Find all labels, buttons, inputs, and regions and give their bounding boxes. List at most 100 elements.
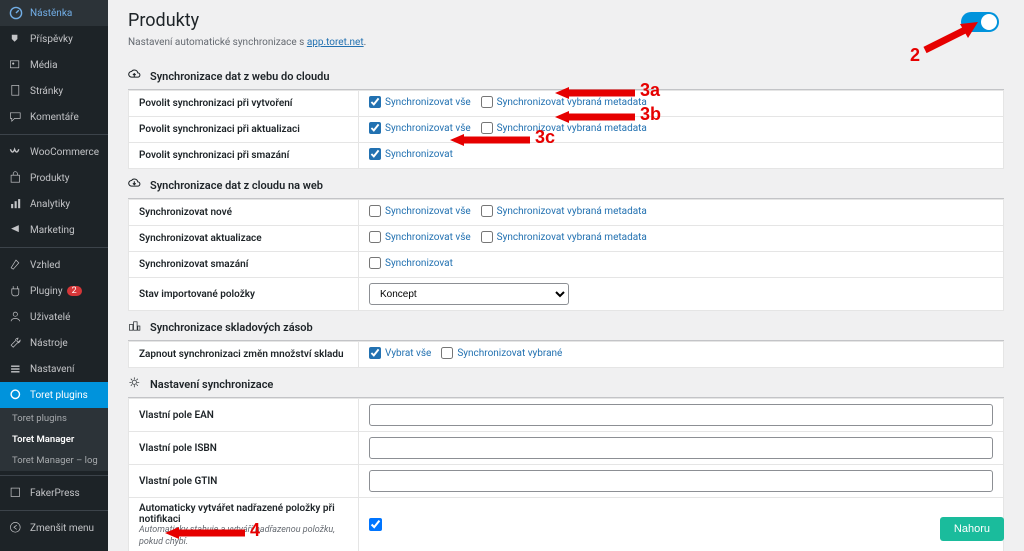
sidebar-item-label: Analytiky [30, 199, 70, 210]
checkbox-select-all[interactable]: Vybrat vše [369, 347, 431, 359]
row-label: Povolit synchronizaci při aktualizaci [129, 117, 359, 143]
sidebar-item-woocommerce[interactable]: WooCommerce [0, 139, 108, 165]
sidebar-item-fakerpress[interactable]: FakerPress [0, 480, 108, 506]
annotation-label-3a: 3a [640, 80, 660, 101]
toret-icon [8, 387, 24, 403]
faker-icon [8, 485, 24, 501]
sidebar-item-comments[interactable]: Komentáře [0, 104, 108, 130]
ean-input[interactable] [369, 404, 993, 426]
sidebar-item-collapse[interactable]: Zmenšit menu [0, 515, 108, 541]
checkbox-sync-meta[interactable]: Synchronizovat vybraná metadata [481, 205, 647, 217]
section-header-web-to-cloud: Synchronizace dat z webu do cloudu [128, 60, 1004, 90]
section-header-cloud-to-web: Synchronizace dat z cloudu na web [128, 169, 1004, 199]
tools-icon [8, 335, 24, 351]
row-label: Zapnout synchronizaci změn množství skla… [129, 342, 359, 368]
master-toggle[interactable] [961, 12, 999, 32]
page-icon [8, 83, 24, 99]
settings-table-web-to-cloud: Povolit synchronizaci při vytvoření Synch… [128, 90, 1004, 169]
submenu-item-toret-manager[interactable]: Toret Manager [0, 429, 108, 450]
user-icon [8, 309, 24, 325]
checkbox-sync-all[interactable]: Synchronizovat vše [369, 96, 471, 108]
section-header-sync-settings: Nastavení synchronizace [128, 368, 1004, 398]
checkbox-sync-meta[interactable]: Synchronizovat vybraná metadata [481, 231, 647, 243]
main-content: Produkty Nastavení automatické synchroni… [108, 0, 1024, 551]
appearance-icon [8, 257, 24, 273]
section-header-stock: Synchronizace skladových zásob [128, 311, 1004, 341]
row-label: Synchronizovat aktualizace [129, 226, 359, 252]
row-label: Povolit synchronizaci při smazání [129, 143, 359, 169]
sidebar-item-label: Marketing [30, 225, 75, 236]
scroll-top-button[interactable]: Nahoru [940, 517, 1004, 541]
sidebar-item-tools[interactable]: Nástroje [0, 330, 108, 356]
sidebar-item-appearance[interactable]: Vzhled [0, 252, 108, 278]
analytics-icon [8, 196, 24, 212]
sidebar-item-label: Uživatelé [30, 312, 70, 323]
row-label: Povolit synchronizaci při vytvoření [129, 91, 359, 117]
settings-icon [8, 361, 24, 377]
checkbox-sync-all[interactable]: Synchronizovat vše [369, 231, 471, 243]
row-label: Stav importované položky [129, 278, 359, 311]
checkbox-sync-meta[interactable]: Synchronizovat vybraná metadata [481, 122, 647, 134]
comment-icon [8, 109, 24, 125]
collapse-icon [8, 520, 24, 536]
sidebar-item-posts[interactable]: Příspěvky [0, 26, 108, 52]
row-label: Vlastní pole EAN [129, 399, 359, 432]
isbn-input[interactable] [369, 437, 993, 459]
sidebar-item-label: Pluginy [30, 286, 63, 297]
annotation-label-3b: 3b [640, 104, 661, 125]
sidebar-item-dashboard[interactable]: Nástěnka [0, 0, 108, 26]
checkbox-sync-selected[interactable]: Synchronizovat vybrané [441, 347, 562, 359]
sidebar-item-label: Stránky [30, 86, 63, 97]
sidebar-item-settings[interactable]: Nastavení [0, 356, 108, 382]
sidebar-item-plugins[interactable]: Pluginy2 [0, 278, 108, 304]
sidebar-item-users[interactable]: Uživatelé [0, 304, 108, 330]
gear-icon [128, 376, 144, 392]
sidebar-item-toret[interactable]: Toret plugins [0, 382, 108, 408]
pin-icon [8, 31, 24, 47]
import-status-select[interactable]: Koncept [369, 283, 569, 305]
row-label: Vlastní pole GTIN [129, 465, 359, 498]
cloud-upload-icon [128, 68, 144, 84]
checkbox-sync-all[interactable]: Synchronizovat vše [369, 122, 471, 134]
checkbox-sync[interactable]: Synchronizovat [369, 148, 453, 160]
sidebar-item-label: Produkty [30, 173, 70, 184]
media-icon [8, 57, 24, 73]
sidebar-item-label: Toret plugins [30, 390, 88, 401]
stock-icon [128, 319, 144, 335]
sidebar-item-label: Nastavení [30, 364, 74, 375]
woo-icon [8, 144, 24, 160]
sidebar-item-media[interactable]: Média [0, 52, 108, 78]
dashboard-icon [8, 5, 24, 21]
sidebar-item-label: Komentáře [30, 112, 79, 123]
row-label: Synchronizovat nové [129, 200, 359, 226]
checkbox-sync-all[interactable]: Synchronizovat vše [369, 205, 471, 217]
annotation-label-4: 4 [250, 520, 260, 541]
annotation-label-2: 2 [910, 45, 920, 66]
sidebar-item-products[interactable]: Produkty [0, 165, 108, 191]
cloud-download-icon [128, 177, 144, 193]
checkbox-sync-meta[interactable]: Synchronizovat vybraná metadata [481, 96, 647, 108]
checkbox-auto-parent[interactable] [369, 518, 382, 531]
gtin-input[interactable] [369, 470, 993, 492]
sidebar-item-label: Zmenšit menu [30, 523, 94, 534]
sidebar-item-label: Nástroje [30, 338, 68, 349]
row-label: Synchronizovat smazání [129, 252, 359, 278]
sidebar-item-label: Vzhled [30, 260, 60, 271]
submenu-item-toret-manager-log[interactable]: Toret Manager – log [0, 450, 108, 471]
desc-link[interactable]: app.toret.net [307, 37, 364, 48]
sidebar-item-label: Příspěvky [30, 34, 73, 45]
submenu-item-toret-plugins[interactable]: Toret plugins [0, 408, 108, 429]
annotation-label-3c: 3c [535, 127, 555, 148]
settings-table-cloud-to-web: Synchronizovat nové Synchronizovat vše Syn… [128, 199, 1004, 311]
sidebar-item-analytics[interactable]: Analytiky [0, 191, 108, 217]
plugin-icon [8, 283, 24, 299]
sidebar-item-label: WooCommerce [30, 147, 99, 158]
page-title: Produkty [128, 10, 1004, 31]
checkbox-sync[interactable]: Synchronizovat [369, 257, 453, 269]
sidebar-item-pages[interactable]: Stránky [0, 78, 108, 104]
admin-sidebar: Nástěnka Příspěvky Média Stránky Komentá… [0, 0, 108, 551]
sidebar-submenu: Toret plugins Toret Manager Toret Manage… [0, 408, 108, 471]
sidebar-item-marketing[interactable]: Marketing [0, 217, 108, 243]
product-icon [8, 170, 24, 186]
marketing-icon [8, 222, 24, 238]
